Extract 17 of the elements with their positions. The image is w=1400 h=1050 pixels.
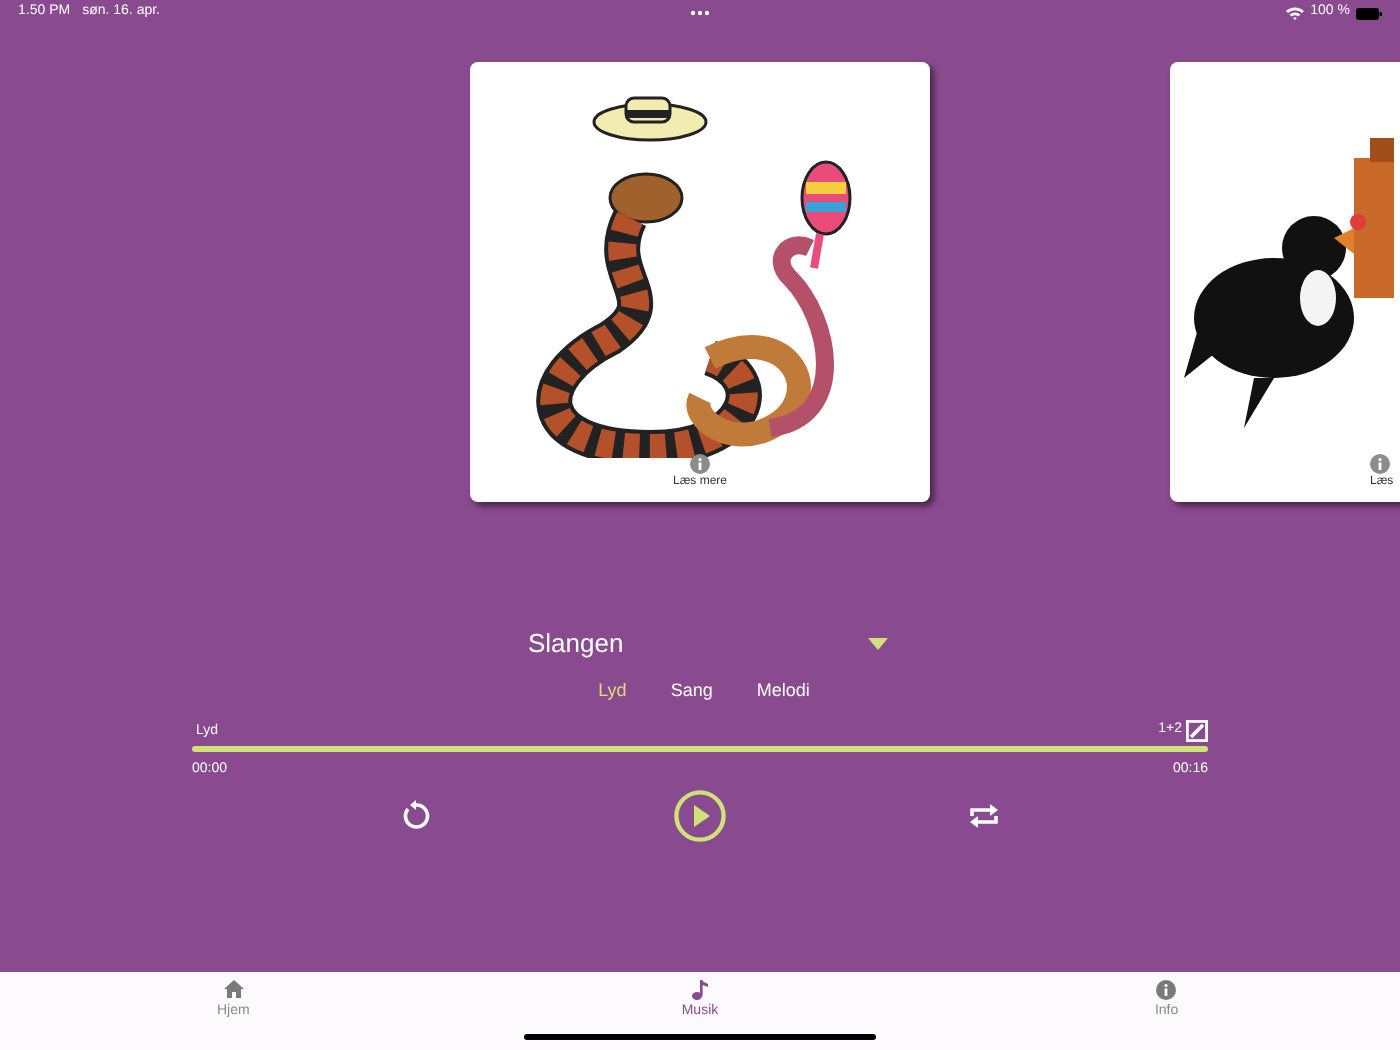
mode-tab[interactable]: Sang: [670, 678, 713, 706]
info-icon[interactable]: [689, 454, 710, 474]
caret-icon: [868, 638, 888, 650]
wifi-icon: [1286, 6, 1305, 20]
progress-track[interactable]: [192, 746, 1208, 752]
replay-icon[interactable]: [400, 799, 432, 831]
home-icon: [223, 980, 244, 1000]
info-icon: [1156, 980, 1177, 1000]
edit-icon[interactable]: [1186, 720, 1208, 742]
multitask-icon[interactable]: [690, 10, 710, 16]
repeat-icon[interactable]: [968, 799, 1000, 831]
mode-tab[interactable]: Melodi: [756, 678, 810, 706]
music-note-icon: [691, 980, 708, 1000]
battery-icon: [1356, 7, 1382, 19]
song-dropdown[interactable]: Slangen: [528, 614, 888, 674]
mode-tab[interactable]: Lyd: [598, 678, 627, 706]
play-button[interactable]: [674, 789, 726, 841]
